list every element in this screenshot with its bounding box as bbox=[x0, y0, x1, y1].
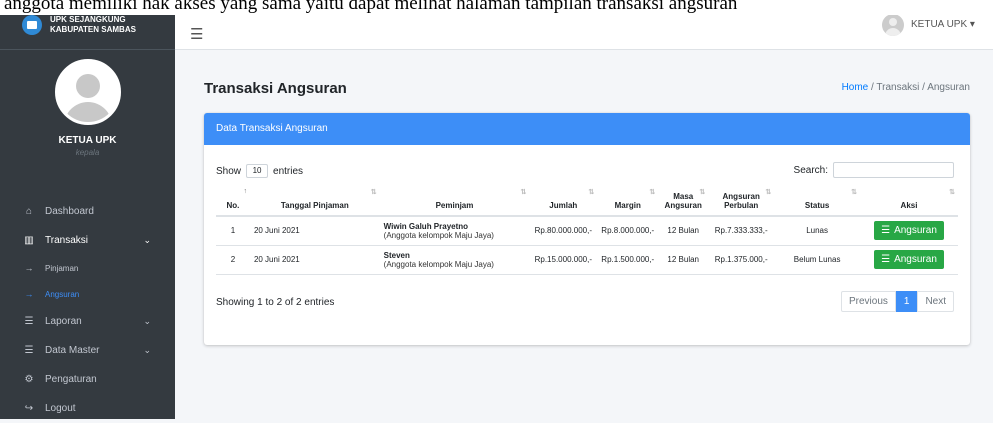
brand-line1: UPK SEJANGKUNG bbox=[50, 14, 126, 24]
sidebar-item-pengaturan[interactable]: ⚙ Pengaturan bbox=[0, 365, 175, 394]
sort-asc-icon: ↑ bbox=[243, 188, 247, 195]
sidebar-item-label: Pinjaman bbox=[45, 263, 79, 273]
sidebar-item-label: Laporan bbox=[45, 316, 82, 327]
table-row: 1 20 Juni 2021 Wiwin Galuh Prayetno (Ang… bbox=[216, 216, 958, 246]
column-header-margin[interactable]: ⇅ Margin bbox=[597, 183, 659, 217]
sort-icon: ⇅ bbox=[588, 189, 595, 196]
column-header-jumlah[interactable]: ⇅ Jumlah bbox=[529, 183, 598, 217]
chevron-down-icon: ⌄ bbox=[143, 235, 151, 245]
column-header-status[interactable]: ⇅ Status bbox=[774, 183, 861, 217]
arrow-right-icon: → bbox=[24, 263, 34, 273]
user-menu[interactable]: KETUA UPK ▾ bbox=[911, 19, 975, 30]
previous-button[interactable]: Previous bbox=[840, 291, 896, 312]
show-entries: Show 10 entries bbox=[216, 164, 304, 178]
sidebar-item-transaksi[interactable]: ▥ Transaksi ⌄ bbox=[0, 226, 175, 255]
sidebar-item-label: Dashboard bbox=[45, 206, 94, 217]
logout-icon: ↪ bbox=[24, 403, 34, 414]
sort-icon: ⇅ bbox=[699, 189, 706, 196]
sidebar-item-data-master[interactable]: ☰ Data Master ⌄ bbox=[0, 336, 175, 365]
pagination-info: Showing 1 to 2 of 2 entries bbox=[216, 297, 335, 308]
angsuran-button[interactable]: ☰ Angsuran bbox=[874, 250, 944, 269]
sidebar-item-laporan[interactable]: ☰ Laporan ⌄ bbox=[0, 307, 175, 336]
sidebar-item-label: Logout bbox=[45, 403, 76, 414]
column-header-peminjam[interactable]: ⇅ Peminjam bbox=[379, 183, 530, 217]
sort-icon: ⇅ bbox=[765, 189, 772, 196]
sidebar-item-label: Transaksi bbox=[45, 235, 88, 246]
sort-icon: ⇅ bbox=[370, 189, 377, 196]
card-title: Data Transaksi Angsuran bbox=[204, 113, 970, 145]
user-name: KETUA UPK bbox=[58, 135, 117, 146]
column-header-no[interactable]: ↑ No. bbox=[216, 183, 250, 217]
menu-icon[interactable]: ☰ bbox=[190, 25, 203, 43]
column-header-perbulan[interactable]: ⇅ Angsuran Perbulan bbox=[708, 183, 775, 217]
sort-icon: ⇅ bbox=[851, 189, 858, 196]
breadcrumb-home[interactable]: Home bbox=[842, 82, 869, 93]
borrower-name: Wiwin Galuh Prayetno bbox=[383, 221, 469, 231]
column-header-tanggal[interactable]: ⇅ Tanggal Pinjaman bbox=[249, 183, 380, 217]
column-header-aksi[interactable]: ⇅ Aksi bbox=[860, 183, 958, 217]
search-label: Search: bbox=[793, 164, 828, 176]
sidebar-item-label: Pengaturan bbox=[45, 374, 97, 385]
page-title: Transaksi Angsuran bbox=[204, 80, 347, 97]
columns-icon: ▥ bbox=[24, 235, 34, 246]
sort-icon: ⇅ bbox=[949, 189, 955, 196]
brand-logo-icon bbox=[22, 14, 42, 35]
sidebar-nav: ⌂ Dashboard ▥ Transaksi ⌄ → Pinjaman → A… bbox=[0, 197, 175, 423]
search-input[interactable] bbox=[833, 162, 954, 178]
sidebar-item-pinjaman[interactable]: → Pinjaman bbox=[0, 255, 175, 281]
status-badge: Belum Lunas bbox=[774, 245, 861, 275]
page-size-select[interactable]: 10 bbox=[246, 164, 269, 178]
breadcrumb-transaksi: Transaksi bbox=[876, 82, 920, 93]
column-header-masa[interactable]: ⇅ Masa Angsuran bbox=[658, 183, 709, 217]
page-button-1[interactable]: 1 bbox=[895, 291, 918, 312]
breadcrumb-current: Angsuran bbox=[927, 82, 970, 93]
caption-text: anggota memiliki hak akses yang sama yai… bbox=[0, 0, 993, 15]
brand-line2: KABUPATEN SAMBAS bbox=[50, 24, 136, 34]
sidebar-item-label: Angsuran bbox=[45, 289, 80, 299]
user-role: kepala bbox=[75, 148, 100, 157]
sidebar-item-angsuran[interactable]: → Angsuran bbox=[0, 281, 175, 307]
chevron-down-icon: ⌄ bbox=[143, 345, 151, 355]
transactions-card: Data Transaksi Angsuran Show 10 entries … bbox=[204, 113, 970, 345]
transactions-table: ↑ No. ⇅ Tanggal Pinjaman ⇅ Peminjam ⇅ Jumlah… bbox=[216, 183, 958, 275]
list-icon: ☰ bbox=[24, 345, 34, 356]
pagination: Previous 1 Next bbox=[840, 291, 954, 312]
sidebar-item-dashboard[interactable]: ⌂ Dashboard bbox=[0, 197, 175, 226]
angsuran-button[interactable]: ☰ Angsuran bbox=[874, 221, 944, 241]
next-button[interactable]: Next bbox=[917, 291, 954, 312]
sort-icon: ⇅ bbox=[520, 189, 527, 196]
user-avatar bbox=[54, 59, 121, 125]
status-badge: Lunas bbox=[774, 216, 861, 246]
search: Search: bbox=[794, 162, 954, 178]
gear-icon: ⚙ bbox=[24, 374, 34, 385]
sidebar: UPK SEJANGKUNG KABUPATEN SAMBAS KETUA UP… bbox=[0, 0, 175, 419]
breadcrumb: Home / Transaksi / Angsuran bbox=[841, 82, 970, 93]
list-icon: ☰ bbox=[881, 254, 891, 265]
home-icon: ⌂ bbox=[25, 206, 33, 217]
arrow-right-icon: → bbox=[24, 289, 34, 299]
borrower-group: (Anggota kelompok Maju Jaya) bbox=[383, 259, 494, 269]
sidebar-item-label: Data Master bbox=[45, 345, 100, 356]
avatar[interactable] bbox=[882, 14, 904, 36]
chevron-down-icon: ⌄ bbox=[143, 316, 151, 326]
list-icon: ☰ bbox=[24, 316, 34, 327]
borrower-name: Steven bbox=[383, 250, 410, 260]
sort-icon: ⇅ bbox=[649, 189, 656, 196]
borrower-group: (Anggota kelompok Maju Jaya) bbox=[383, 230, 494, 240]
table-row: 2 20 Juni 2021 Steven (Anggota kelompok … bbox=[216, 245, 958, 275]
list-icon: ☰ bbox=[881, 225, 891, 237]
